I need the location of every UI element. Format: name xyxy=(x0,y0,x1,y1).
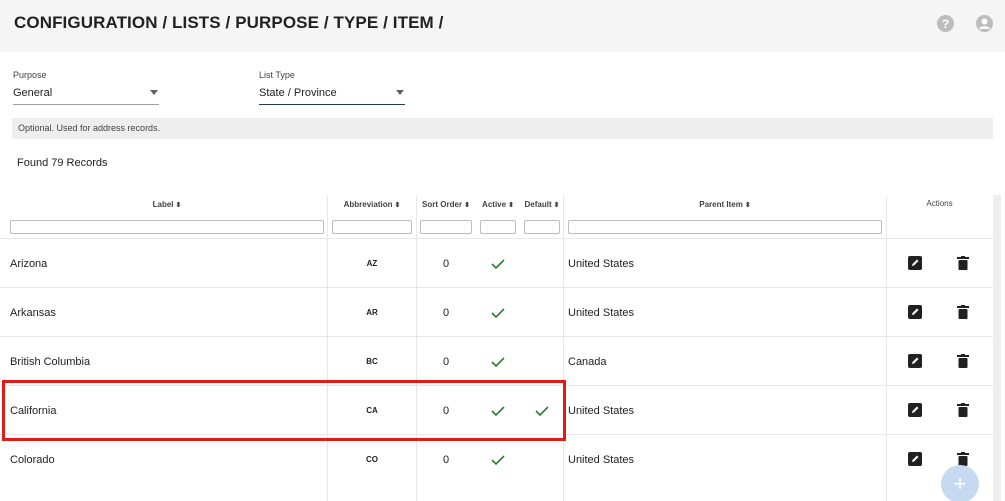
column-header-sort-order[interactable]: Sort Order ⬍ xyxy=(420,200,472,209)
account-circle-icon[interactable] xyxy=(976,15,993,32)
sort-icon: ⬍ xyxy=(394,202,401,209)
check-icon xyxy=(491,454,505,465)
list-type-underline xyxy=(259,104,405,105)
records-table: Label ⬍ Abbreviation ⬍ Sort Order ⬍ Active ⬍… xyxy=(0,188,1005,501)
column-header-label[interactable]: Label ⬍ xyxy=(10,200,324,209)
parent-item-cell: Canada xyxy=(568,355,607,368)
highlight-box xyxy=(2,380,566,441)
active-cell xyxy=(480,288,516,337)
trash-icon[interactable] xyxy=(957,403,969,417)
parent-item-cell: United States xyxy=(568,404,635,417)
label-filter-input[interactable] xyxy=(10,220,324,234)
parent-item-cell: United States xyxy=(568,306,635,319)
check-icon xyxy=(491,258,505,269)
edit-icon[interactable] xyxy=(908,403,922,417)
column-header-parent-item[interactable]: Parent Item ⬍ xyxy=(568,200,882,209)
column-header-abbreviation[interactable]: Abbreviation ⬍ xyxy=(332,200,412,209)
parent-item-cell: United States xyxy=(568,257,635,270)
sort-icon: ⬍ xyxy=(744,202,751,209)
sort-order-cell: 0 xyxy=(442,355,450,368)
trash-icon[interactable] xyxy=(957,305,969,319)
edit-icon[interactable] xyxy=(908,305,922,319)
parent-item-filter-input[interactable] xyxy=(568,220,882,234)
purpose-underline xyxy=(13,104,159,105)
page-title: CONFIGURATION / LISTS / PURPOSE / TYPE /… xyxy=(14,13,444,32)
vertical-scrollbar[interactable] xyxy=(993,195,1001,501)
edit-icon[interactable] xyxy=(908,452,922,466)
table-row[interactable]: Colorado CO 0 United States xyxy=(0,434,993,483)
abbreviation-cell: BC xyxy=(366,357,378,366)
table-row[interactable]: Arizona AZ 0 United States xyxy=(0,238,993,287)
purpose-select[interactable]: Purpose General xyxy=(13,70,159,106)
active-filter-input[interactable] xyxy=(480,220,516,234)
trash-icon[interactable] xyxy=(957,354,969,368)
list-type-label: List Type xyxy=(259,70,295,80)
check-icon xyxy=(491,356,505,367)
edit-icon[interactable] xyxy=(908,256,922,270)
column-header-default[interactable]: Default ⬍ xyxy=(524,200,560,209)
label-cell: British Columbia xyxy=(10,355,91,368)
sort-icon: ⬍ xyxy=(175,202,182,209)
active-cell xyxy=(480,337,516,386)
default-cell xyxy=(524,288,560,337)
sort-order-filter-input[interactable] xyxy=(420,220,472,234)
abbreviation-cell: CO xyxy=(366,455,378,464)
purpose-value: General xyxy=(13,87,53,99)
abbreviation-cell: AR xyxy=(366,308,378,317)
trash-icon[interactable] xyxy=(957,452,969,466)
default-cell xyxy=(524,239,560,288)
parent-item-cell: United States xyxy=(568,453,635,466)
trash-icon[interactable] xyxy=(957,256,969,270)
sort-icon: ⬍ xyxy=(464,202,470,209)
record-count: Found 79 Records xyxy=(17,157,108,169)
column-header-active[interactable]: Active ⬍ xyxy=(480,200,516,209)
column-header-actions: Actions xyxy=(926,199,953,208)
active-cell xyxy=(480,435,516,484)
hint-banner: Optional. Used for address records. xyxy=(12,118,993,139)
default-cell xyxy=(524,435,560,484)
list-type-value: State / Province xyxy=(259,87,337,99)
label-cell: Arkansas xyxy=(10,306,56,319)
table-row[interactable]: British Columbia BC 0 Canada xyxy=(0,336,993,385)
sort-icon: ⬍ xyxy=(553,202,560,209)
chevron-down-icon xyxy=(396,90,404,95)
plus-icon[interactable]: + xyxy=(941,465,979,501)
label-cell: Arizona xyxy=(10,257,48,270)
default-cell xyxy=(524,337,560,386)
list-type-select[interactable]: List Type State / Province xyxy=(259,70,405,106)
abbreviation-cell: AZ xyxy=(366,259,378,268)
top-bar: CONFIGURATION / LISTS / PURPOSE / TYPE /… xyxy=(0,0,1005,52)
check-icon xyxy=(491,307,505,318)
sort-order-cell: 0 xyxy=(442,453,450,466)
help-circle-icon[interactable]: ? xyxy=(937,15,954,32)
abbreviation-filter-input[interactable] xyxy=(332,220,412,234)
label-cell: Colorado xyxy=(10,453,55,466)
sort-order-cell: 0 xyxy=(442,306,450,319)
sort-icon: ⬍ xyxy=(508,202,514,209)
table-row[interactable]: Arkansas AR 0 United States xyxy=(0,287,993,336)
chevron-down-icon xyxy=(150,90,158,95)
edit-icon[interactable] xyxy=(908,354,922,368)
active-cell xyxy=(480,239,516,288)
default-filter-input[interactable] xyxy=(524,220,560,234)
purpose-label: Purpose xyxy=(13,70,47,80)
sort-order-cell: 0 xyxy=(442,257,450,270)
